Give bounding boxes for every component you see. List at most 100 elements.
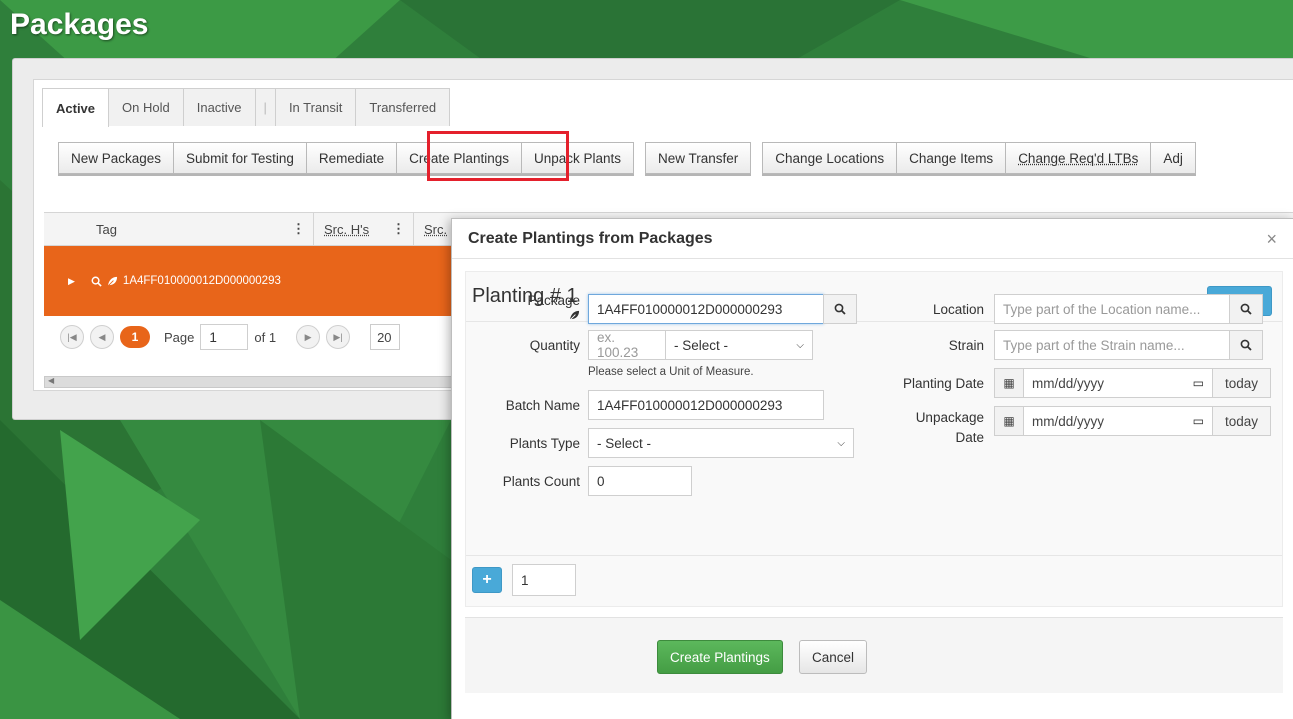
page-of-label: of 1 bbox=[254, 330, 276, 345]
grid-horizontal-scrollbar[interactable]: ◀ bbox=[44, 376, 464, 388]
strain-input[interactable]: Type part of the Strain name... bbox=[994, 330, 1230, 360]
unpackage-date-row: Unpackage Date ▦ mm/dd/yyyy ▭ today bbox=[876, 406, 1271, 448]
location-label: Location bbox=[876, 302, 984, 317]
change-locations-button[interactable]: Change Locations bbox=[762, 142, 897, 174]
chevron-down-icon: ⌵ bbox=[837, 438, 845, 449]
unpackage-date-label: Unpackage Date bbox=[876, 408, 984, 448]
column-src-hs[interactable]: Src. H's ⋮ bbox=[314, 213, 414, 245]
close-icon[interactable]: × bbox=[1266, 229, 1277, 250]
strain-label: Strain bbox=[876, 338, 984, 353]
action-toolbar: New Packages Submit for Testing Remediat… bbox=[58, 142, 1195, 174]
leaf-icon bbox=[107, 276, 118, 287]
package-label: Package bbox=[466, 294, 580, 308]
unpackage-label-line-2: Date bbox=[876, 428, 984, 448]
location-search-button[interactable] bbox=[1229, 294, 1263, 324]
column-src-hs-label: Src. H's bbox=[324, 222, 369, 237]
modal-title: Create Plantings from Packages bbox=[468, 230, 713, 248]
change-reqd-ltbs-button[interactable]: Change Req'd LTBs bbox=[1005, 142, 1151, 174]
date-picker-icon[interactable]: ▭ bbox=[1193, 414, 1204, 428]
modal-header: Create Plantings from Packages bbox=[452, 219, 1293, 259]
date-picker-icon[interactable]: ▭ bbox=[1193, 376, 1204, 390]
quantity-input[interactable]: ex. 100.23 bbox=[588, 330, 666, 360]
location-row: Location Type part of the Location name.… bbox=[876, 294, 1263, 324]
cancel-button[interactable]: Cancel bbox=[799, 640, 867, 674]
calendar-icon: ▦ bbox=[994, 368, 1024, 398]
page-title: Packages bbox=[10, 8, 148, 42]
change-reqd-ltbs-label: Change Req'd LTBs bbox=[1018, 151, 1138, 166]
quantity-row: Quantity ex. 100.23 - Select - ⌵ bbox=[466, 330, 813, 360]
leaf-icon bbox=[569, 310, 580, 321]
scroll-left-icon[interactable]: ◀ bbox=[48, 376, 54, 385]
package-row: Package 1A4FF010000012D000000293 bbox=[466, 294, 857, 324]
batch-name-input[interactable]: 1A4FF010000012D000000293 bbox=[588, 390, 824, 420]
plants-count-input[interactable]: 0 bbox=[588, 466, 692, 496]
plants-count-label: Plants Count bbox=[466, 474, 580, 489]
plants-count-row: Plants Count 0 bbox=[466, 466, 692, 496]
new-packages-button[interactable]: New Packages bbox=[58, 142, 174, 174]
page-label: Page bbox=[164, 330, 194, 345]
expand-row-icon[interactable]: ▶ bbox=[68, 276, 75, 287]
grid-pager: |◀ ◀ 1 Page 1 of 1 ▶ ▶| 20 bbox=[60, 322, 400, 352]
new-transfer-button[interactable]: New Transfer bbox=[645, 142, 751, 174]
adjust-button[interactable]: Adj bbox=[1150, 142, 1196, 174]
add-plantings-row: + 1 bbox=[466, 555, 1282, 606]
tab-inactive[interactable]: Inactive bbox=[183, 88, 256, 126]
row-tag-value: 1A4FF010000012D000000293 bbox=[123, 275, 281, 287]
unpackage-label-line-1: Unpackage bbox=[876, 408, 984, 428]
unpackage-date-value: mm/dd/yyyy bbox=[1032, 414, 1104, 429]
tab-transferred[interactable]: Transferred bbox=[355, 88, 450, 126]
last-page-icon[interactable]: ▶| bbox=[326, 325, 350, 349]
search-icon bbox=[834, 303, 846, 315]
modal-footer: Create Plantings Cancel bbox=[465, 617, 1283, 693]
add-planting-button[interactable]: + bbox=[472, 567, 502, 593]
planting-date-value: mm/dd/yyyy bbox=[1032, 376, 1104, 391]
table-row[interactable]: ▶ 1A4FF010000012D000000293 bbox=[44, 246, 464, 316]
column-tag[interactable]: Tag ⋮ bbox=[44, 213, 314, 245]
plants-type-select[interactable]: - Select - ⌵ bbox=[588, 428, 854, 458]
unpackage-date-input[interactable]: mm/dd/yyyy ▭ bbox=[1023, 406, 1213, 436]
plants-type-value: - Select - bbox=[597, 436, 651, 451]
remediate-button[interactable]: Remediate bbox=[306, 142, 397, 174]
create-plantings-highlight bbox=[427, 131, 569, 181]
planting-date-row: Planting Date ▦ mm/dd/yyyy ▭ today bbox=[876, 368, 1271, 398]
submit-for-testing-button[interactable]: Submit for Testing bbox=[173, 142, 307, 174]
strain-row: Strain Type part of the Strain name... bbox=[876, 330, 1263, 360]
page-input[interactable]: 1 bbox=[200, 324, 248, 350]
create-plantings-submit-button[interactable]: Create Plantings bbox=[657, 640, 783, 674]
change-items-button[interactable]: Change Items bbox=[896, 142, 1006, 174]
page-size-select[interactable]: 20 bbox=[370, 324, 400, 350]
column-menu-icon[interactable]: ⋮ bbox=[292, 221, 305, 237]
location-input[interactable]: Type part of the Location name... bbox=[994, 294, 1230, 324]
unit-of-measure-select[interactable]: - Select - ⌵ bbox=[665, 330, 813, 360]
planting-date-today-button[interactable]: today bbox=[1212, 368, 1271, 398]
column-menu-icon[interactable]: ⋮ bbox=[392, 221, 405, 237]
plants-type-row: Plants Type - Select - ⌵ bbox=[466, 428, 854, 458]
grid-header: Tag ⋮ Src. H's ⋮ Src. bbox=[44, 212, 464, 246]
uom-hint: Please select a Unit of Measure. bbox=[588, 366, 754, 378]
package-label-wrap: Package bbox=[466, 294, 580, 324]
strain-search-button[interactable] bbox=[1229, 330, 1263, 360]
prev-page-icon[interactable]: ◀ bbox=[90, 325, 114, 349]
status-tabs: Active On Hold Inactive | In Transit Tra… bbox=[42, 88, 449, 126]
quantity-label: Quantity bbox=[466, 338, 580, 353]
search-icon bbox=[1240, 303, 1252, 315]
search-icon[interactable] bbox=[91, 276, 102, 287]
search-icon bbox=[1240, 339, 1252, 351]
tab-on-hold[interactable]: On Hold bbox=[108, 88, 184, 126]
next-page-icon[interactable]: ▶ bbox=[296, 325, 320, 349]
row-tag-cell: 1A4FF010000012D000000293 bbox=[91, 275, 281, 287]
planting-date-input[interactable]: mm/dd/yyyy ▭ bbox=[1023, 368, 1213, 398]
package-search-button[interactable] bbox=[823, 294, 857, 324]
batch-label: Batch Name bbox=[466, 398, 580, 413]
package-input[interactable]: 1A4FF010000012D000000293 bbox=[588, 294, 824, 324]
tab-active[interactable]: Active bbox=[42, 88, 109, 127]
tab-separator: | bbox=[255, 88, 276, 126]
plants-type-label: Plants Type bbox=[466, 436, 580, 451]
calendar-icon: ▦ bbox=[994, 406, 1024, 436]
add-planting-count-input[interactable]: 1 bbox=[512, 564, 576, 596]
tab-in-transit[interactable]: In Transit bbox=[275, 88, 356, 126]
unpackage-date-today-button[interactable]: today bbox=[1212, 406, 1271, 436]
unit-of-measure-value: - Select - bbox=[674, 338, 728, 353]
first-page-icon[interactable]: |◀ bbox=[60, 325, 84, 349]
column-tag-label: Tag bbox=[96, 222, 117, 237]
